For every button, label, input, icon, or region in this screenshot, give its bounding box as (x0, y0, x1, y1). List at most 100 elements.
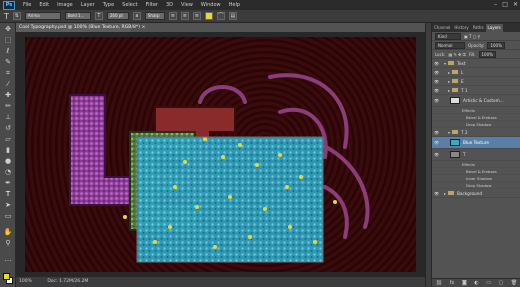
layer-row[interactable]: 👁 ▾ T 2 (432, 128, 520, 137)
menu-file[interactable]: File (19, 2, 35, 8)
visibility-eye-icon[interactable]: 👁 (434, 98, 439, 103)
tab-layers[interactable]: Layers (485, 24, 503, 32)
foreground-color-swatch[interactable] (3, 273, 10, 280)
menu-layer[interactable]: Layer (77, 2, 99, 8)
layer-row[interactable]: 👁 ▾ Text (432, 59, 520, 68)
new-layer-icon[interactable]: ▢ (499, 280, 504, 286)
layer-row[interactable]: 👁 ▸ T 1 (432, 86, 520, 95)
layer-row-selected[interactable]: 👁 Blue Texture (432, 137, 520, 149)
filter-icons[interactable]: ▣ T ◻ ⚲ (464, 34, 480, 39)
blur-tool-icon[interactable]: ● (3, 157, 13, 166)
expand-arrow-icon[interactable]: ▸ (448, 88, 450, 93)
maximize-button[interactable]: □ (502, 1, 508, 8)
healing-tool-icon[interactable]: ✚ (3, 91, 13, 100)
menu-select[interactable]: Select (118, 2, 141, 8)
warp-text-icon[interactable]: ⌒ (216, 12, 225, 20)
visibility-eye-icon[interactable]: 👁 (434, 70, 439, 75)
menu-3d[interactable]: 3D (162, 2, 177, 8)
text-color-swatch[interactable] (204, 12, 213, 20)
layer-row[interactable]: 👁 ▸ L (432, 68, 520, 77)
align-left-icon[interactable]: ≡ (168, 12, 177, 20)
align-right-icon[interactable]: ≡ (192, 12, 201, 20)
menu-help[interactable]: Help (225, 2, 244, 8)
expand-arrow-icon[interactable]: ▸ (448, 70, 450, 75)
menu-edit[interactable]: Edit (35, 2, 53, 8)
effect-item[interactable]: Bevel & Emboss (432, 114, 520, 121)
effects-row[interactable]: Effects (432, 107, 520, 114)
move-tool-icon[interactable]: ✥ (3, 25, 13, 34)
crop-tool-icon[interactable]: ⌗ (3, 69, 13, 78)
trash-icon[interactable]: 🗑 (511, 280, 517, 286)
effects-row[interactable]: Effects (432, 161, 520, 168)
more-tools-icon[interactable]: … (3, 255, 13, 264)
marquee-tool-icon[interactable]: ⬚ (3, 36, 13, 45)
eyedropper-tool-icon[interactable]: ⁄ (3, 80, 13, 89)
new-group-icon[interactable]: ▭ (486, 280, 491, 286)
fill-field[interactable]: 100% (478, 50, 496, 58)
expand-arrow-icon[interactable]: ▾ (444, 61, 446, 66)
effect-item[interactable]: Drop Shadow (432, 182, 520, 189)
close-button[interactable]: ✕ (513, 1, 518, 8)
lock-icons[interactable]: ▦ ✎ ✥ ⚿ (448, 52, 465, 57)
type-tool-icon[interactable]: T (4, 12, 9, 21)
tab-paths[interactable]: Paths (471, 24, 486, 32)
eraser-tool-icon[interactable]: ▱ (3, 135, 13, 144)
visibility-eye-icon[interactable]: 👁 (434, 191, 439, 196)
expand-arrow-icon[interactable]: ▸ (444, 191, 446, 196)
visibility-eye-icon[interactable]: 👁 (434, 61, 439, 66)
history-brush-tool-icon[interactable]: ↺ (3, 124, 13, 133)
visibility-eye-icon[interactable]: 👁 (434, 88, 439, 93)
menu-type[interactable]: Type (99, 2, 118, 8)
opacity-field[interactable]: 100% (487, 41, 505, 49)
font-style-select[interactable]: Bold 1... (64, 12, 91, 20)
tab-history[interactable]: History (452, 24, 470, 32)
fx-icon[interactable]: fx (450, 280, 455, 286)
font-size-field[interactable]: 260 pt (106, 12, 129, 20)
antialias-select[interactable]: Sharp (144, 12, 165, 20)
shape-tool-icon[interactable]: ▭ (3, 212, 13, 221)
dodge-tool-icon[interactable]: ◔ (3, 168, 13, 177)
document-info[interactable]: Doc: 1.72M/26.2M (47, 279, 88, 284)
menu-view[interactable]: View (177, 2, 197, 8)
brush-tool-icon[interactable]: ✏ (3, 102, 13, 111)
type-tool-icon[interactable]: T (3, 190, 13, 199)
menu-image[interactable]: Image (53, 2, 77, 8)
layer-filter-select[interactable]: Kind (435, 32, 461, 40)
effect-item[interactable]: Drop Shadow (432, 121, 520, 128)
visibility-eye-icon[interactable]: 👁 (434, 140, 439, 145)
font-family-select[interactable]: Arima (24, 12, 61, 20)
layer-row[interactable]: 👁 T (432, 149, 520, 161)
layer-row[interactable]: 👁 ▸ Background (432, 189, 520, 198)
text-orientation-icon[interactable]: ⇅ (12, 12, 21, 20)
menu-filter[interactable]: Filter (142, 2, 162, 8)
mask-icon[interactable]: ◙ (462, 280, 467, 286)
adjustment-icon[interactable]: ◐ (474, 280, 478, 286)
tab-channels[interactable]: Channel (432, 24, 452, 32)
visibility-eye-icon[interactable]: 👁 (434, 152, 439, 157)
document-canvas[interactable] (25, 37, 416, 272)
zoom-level[interactable]: 100% (19, 279, 32, 284)
lasso-tool-icon[interactable]: ℓ (3, 47, 13, 56)
effect-item[interactable]: Bevel & Emboss (432, 168, 520, 175)
document-tab[interactable]: Cool Typography.psd @ 100% (Blue Texture… (16, 23, 145, 32)
pen-tool-icon[interactable]: ✒ (3, 179, 13, 188)
minimize-button[interactable]: – (494, 1, 497, 8)
menu-window[interactable]: Window (197, 2, 225, 8)
clone-stamp-tool-icon[interactable]: ⊥ (3, 113, 13, 122)
blend-mode-select[interactable]: Normal (435, 41, 465, 49)
hand-tool-icon[interactable]: ✋ (3, 228, 13, 237)
zoom-tool-icon[interactable]: ⚲ (3, 239, 13, 248)
quick-select-tool-icon[interactable]: ✎ (3, 58, 13, 67)
layer-row[interactable]: 👁 Artistic & Custom... (432, 95, 520, 107)
character-panel-icon[interactable]: ▤ (228, 12, 237, 20)
visibility-eye-icon[interactable]: 👁 (434, 130, 439, 135)
gradient-tool-icon[interactable]: ▮ (3, 146, 13, 155)
layer-row[interactable]: 👁 ▸ E (432, 77, 520, 86)
expand-arrow-icon[interactable]: ▾ (448, 130, 450, 135)
effect-item[interactable]: Inner Shadow (432, 175, 520, 182)
expand-arrow-icon[interactable]: ▸ (448, 79, 450, 84)
path-select-tool-icon[interactable]: ➤ (3, 201, 13, 210)
align-center-icon[interactable]: ≡ (180, 12, 189, 20)
link-icon[interactable]: ⛓ (436, 280, 442, 286)
visibility-eye-icon[interactable]: 👁 (434, 79, 439, 84)
